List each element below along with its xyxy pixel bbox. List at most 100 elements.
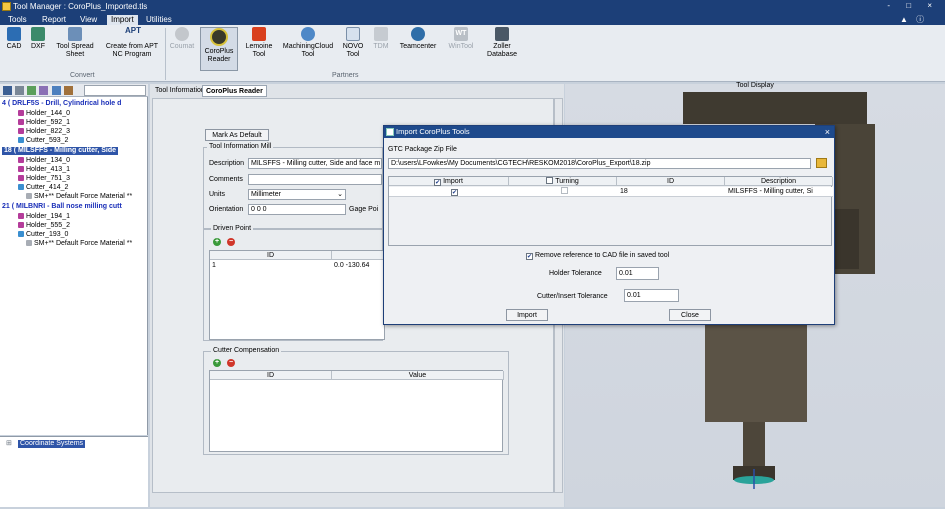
partners-group-label: Partners [332,72,359,79]
add-icon[interactable]: + [213,359,221,367]
row-turning-checkbox[interactable] [561,187,570,196]
tree-item[interactable]: Holder_144_0 [18,110,70,118]
import-all-checkbox[interactable]: ✔ [434,179,442,186]
material-icon [26,193,32,199]
tree-item[interactable]: 18 ( MILSFFS - Milling cutter, Side [2,147,119,155]
filter-icon[interactable] [39,86,48,95]
table-row[interactable]: ✔ 18 MILSFFS - Milling cutter, Si [389,187,833,197]
row-import-checkbox[interactable]: ✔ [451,187,460,196]
tree-item-label: SM+** Default Force Material ** [34,240,133,247]
comp-col-value: Value [332,371,504,380]
apt-icon: APT [125,26,141,35]
tree-search-combo[interactable] [84,85,146,96]
row-import-check-box[interactable]: ✔ [451,189,458,196]
holder-tolerance-label: Holder Tolerance [549,270,602,277]
cad-label: CAD [6,43,22,50]
tree-item[interactable]: Holder_822_3 [18,128,70,136]
turning-all-checkbox[interactable] [546,177,554,184]
holder-tolerance-field[interactable]: 0.01 [616,267,659,280]
tree-item[interactable]: 4 ( DRLF5S - Drill, Cylindrical hole d [2,100,121,108]
comments-field[interactable] [248,174,382,185]
tree-item[interactable]: Cutter_193_0 [18,231,68,239]
coroplus-reader-button[interactable]: CoroPlus Reader [200,27,238,71]
menu-tools[interactable]: Tools [4,15,31,25]
tree-item[interactable]: Holder_751_3 [18,175,70,183]
menu-utilities[interactable]: Utilities [142,15,176,25]
menu-report[interactable]: Report [38,15,70,25]
remove-reference-checkbox[interactable]: ✔ [526,253,533,260]
mark-as-default-button[interactable]: Mark As Default [205,129,269,141]
tree-item[interactable]: Holder_592_1 [18,119,70,127]
tree-item-label: Holder_592_1 [26,119,70,126]
add-icon[interactable]: + [213,238,221,246]
zoller-database-button[interactable]: Zoller Database [482,27,522,59]
tree-item[interactable]: Cutter_593_2 [18,137,68,145]
remove-reference-option[interactable]: ✔ Remove reference to CAD file in saved t… [526,252,669,260]
tree-item-label: Holder_194_1 [26,213,70,220]
row-turning-check-box[interactable] [561,187,568,194]
window-controls[interactable]: - □ × [887,1,939,10]
dialog-icon [386,128,394,136]
novo-icon [346,27,360,41]
import-button[interactable]: Import [506,309,548,321]
tool-spreadsheet-button[interactable]: Tool Spread Sheet [52,27,98,59]
coumat-button[interactable]: Coumat [168,27,196,51]
lemoine-tool-button[interactable]: Lemoine Tool [244,27,274,59]
driven-row-value[interactable]: 0.0 -130.64 [334,261,369,270]
tab-tool-information[interactable]: Tool Information [152,85,208,97]
list-view-icon[interactable] [15,86,24,95]
close-button[interactable]: Close [669,309,711,321]
novo-tool-button[interactable]: NOVO Tool [340,27,366,59]
col-import-label: Import [443,178,463,185]
dxf-button[interactable]: DXF [28,27,48,51]
app-icon [2,2,11,11]
cutter-tolerance-field[interactable]: 0.01 [624,289,679,302]
units-select[interactable]: Millimeter ⌄ [248,189,346,200]
gtc-path-field[interactable]: D:\users\LFowkes\My Documents\CGTECH\RES… [388,158,811,169]
coordinate-systems-item[interactable]: Coordinate Systems [18,440,86,448]
tree-item[interactable]: 21 ( MILBNRI - Ball nose milling cutt [2,203,122,211]
orientation-field[interactable]: 0 0 0 [248,204,346,215]
expand-icon[interactable]: ⊞ [6,440,12,448]
sort-icon[interactable] [27,86,36,95]
tree-item[interactable]: Holder_134_0 [18,157,70,165]
menu-view[interactable]: View [76,15,101,25]
tree-item-label: Holder_822_3 [26,128,70,135]
menu-import[interactable]: Import [107,15,138,25]
create-from-apt-button[interactable]: APT Create from APT NC Program [102,27,162,59]
tab-row: Tool Information CoroPlus Reader [150,84,564,98]
tree-item[interactable]: Holder_194_1 [18,213,70,221]
driven-row-id[interactable]: 1 [212,261,216,270]
menu-right-icons[interactable]: ▲ ⓘ ▣ [896,15,945,34]
tree-item-label: Holder_751_3 [26,175,70,182]
machiningcloud-tool-button[interactable]: MachiningCloud Tool [278,27,338,59]
tab-coroplus-reader[interactable]: CoroPlus Reader [202,85,267,97]
cad-button[interactable]: CAD [4,27,24,51]
driven-col-value [332,251,386,260]
tdm-button[interactable]: TDM [370,27,392,51]
material-icon [26,240,32,246]
tree-item[interactable]: SM+** Default Force Material ** [26,193,132,201]
tree-item[interactable]: Holder_555_2 [18,222,70,230]
dxf-label: DXF [31,43,45,50]
import-tree-icon[interactable] [52,86,61,95]
tree-item-label: Holder_555_2 [26,222,70,229]
tree-item-label: Holder_144_0 [26,110,70,117]
teamcenter-button[interactable]: Teamcenter [396,27,440,51]
tree-item[interactable]: SM+** Default Force Material ** [26,240,132,248]
ribbon-divider [165,28,166,80]
close-icon[interactable]: × [825,126,830,138]
description-field[interactable]: MILSFFS - Milling cutter, Side and face … [248,158,382,169]
driven-point-grid: ID 1 0.0 -130.64 [209,250,386,340]
tree-item[interactable]: Holder_413_1 [18,166,70,174]
export-tree-icon[interactable] [64,86,73,95]
tree-item[interactable]: Cutter_414_2 [18,184,68,192]
holder-icon [18,110,24,116]
lemoine-tool-label: Lemoine Tool [245,43,273,58]
folder-icon[interactable] [816,158,827,168]
tree-view-icon[interactable] [3,86,12,95]
remove-icon[interactable]: − [227,238,235,246]
remove-icon[interactable]: − [227,359,235,367]
wintool-button[interactable]: WT WinTool [444,27,478,51]
tool-display-title: Tool Display [736,82,774,89]
